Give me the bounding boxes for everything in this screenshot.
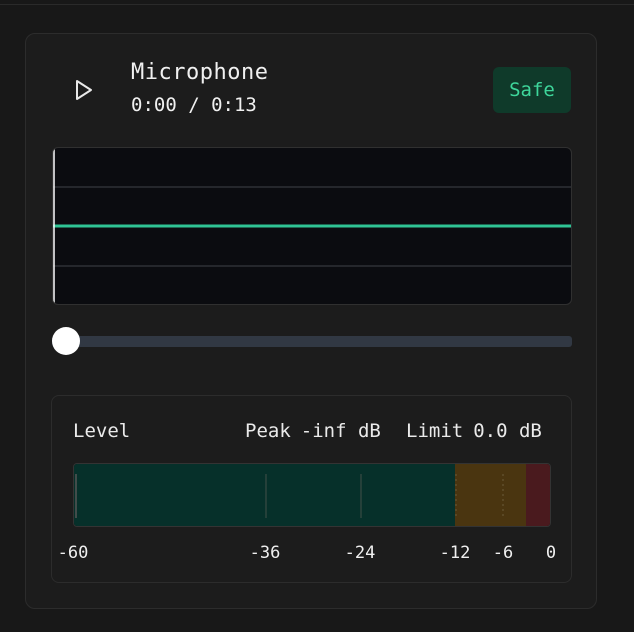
scale-tick-label: -36 bbox=[249, 543, 281, 563]
limit-value: 0.0 dB bbox=[473, 420, 542, 442]
audio-player-panel: Microphone 0:00 / 0:13 Safe Level Peak -i… bbox=[25, 33, 597, 609]
play-icon bbox=[76, 80, 92, 100]
waveform-display bbox=[52, 147, 572, 305]
seek-slider-track[interactable] bbox=[52, 336, 572, 347]
peak-label: Peak bbox=[245, 420, 291, 442]
peak-value: -inf dB bbox=[300, 420, 381, 442]
level-meter-panel: Level Peak -inf dB Limit 0.0 dB -60 -36 -2… bbox=[51, 395, 572, 583]
meter-zone-warning bbox=[455, 464, 526, 526]
window-top-edge bbox=[0, 0, 634, 5]
status-badge: Safe bbox=[493, 67, 571, 113]
scale-tick-label: -60 bbox=[57, 543, 89, 563]
scale-tick-label: 0 bbox=[545, 543, 557, 563]
scale-tick-label: -12 bbox=[439, 543, 471, 563]
peak-readout: Peak -inf dB bbox=[245, 420, 381, 442]
track-title: Microphone bbox=[131, 60, 269, 85]
meter-zone-safe bbox=[74, 464, 455, 526]
level-label: Level bbox=[73, 420, 131, 442]
level-meter-bar bbox=[73, 463, 551, 527]
limit-readout: Limit 0.0 dB bbox=[406, 420, 542, 442]
seek-slider-thumb[interactable] bbox=[52, 327, 80, 355]
scale-tick-label: -6 bbox=[492, 543, 514, 563]
limit-label: Limit bbox=[406, 420, 464, 442]
play-button[interactable] bbox=[70, 74, 98, 106]
scale-tick-label: -24 bbox=[344, 543, 376, 563]
playback-time: 0:00 / 0:13 bbox=[131, 94, 257, 116]
meter-zone-clip bbox=[526, 464, 550, 526]
